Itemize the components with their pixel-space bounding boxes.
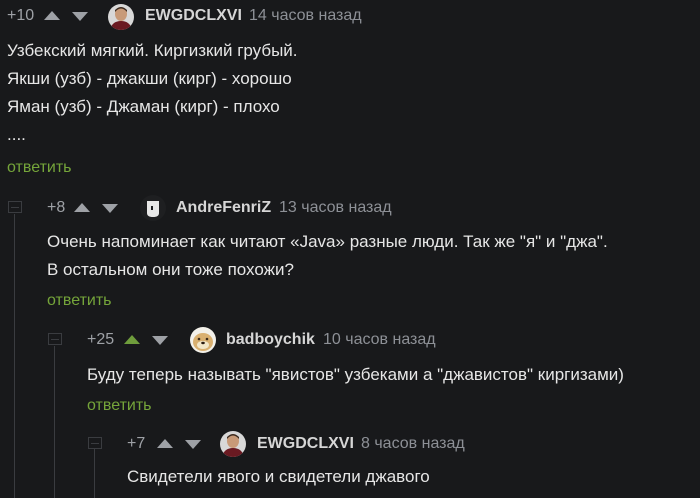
- comment-text-line: Очень напоминает как читают «Java» разны…: [47, 232, 608, 251]
- doge-avatar[interactable]: [190, 327, 216, 353]
- comment-username[interactable]: EWGDCLXVI: [257, 435, 354, 453]
- thread-line: [94, 448, 95, 498]
- collapse-thread-toggle[interactable]: [48, 333, 62, 345]
- downvote-arrow-icon[interactable]: [185, 440, 201, 449]
- reply-link[interactable]: ответить: [87, 397, 152, 415]
- cup-avatar[interactable]: [140, 195, 166, 221]
- upvote-arrow-icon[interactable]: [157, 439, 173, 448]
- thread-line: [54, 346, 55, 498]
- comment-text-line: Свидетели явого и свидетели джавого: [127, 467, 430, 486]
- comment-timestamp[interactable]: 8 часов назад: [361, 435, 465, 453]
- upvote-arrow-icon[interactable]: [44, 11, 60, 20]
- comment: +7 EWGDCLXVI 8 часов назад Свидетели яво…: [120, 426, 700, 498]
- collapse-thread-toggle[interactable]: [8, 201, 22, 213]
- comment-text-line: ....: [7, 125, 26, 144]
- comment-username[interactable]: EWGDCLXVI: [145, 7, 242, 25]
- comment-username[interactable]: badboychik: [226, 331, 315, 349]
- comment-timestamp[interactable]: 14 часов назад: [249, 7, 362, 25]
- comment-timestamp[interactable]: 10 часов назад: [323, 331, 436, 349]
- comment-score: +25: [87, 331, 115, 348]
- comment-text-line: Буду теперь называть "явистов" узбеками …: [87, 365, 624, 384]
- comment-text-line: В остальном они тоже похожи?: [47, 260, 294, 279]
- comment-text-line: Узбекский мягкий. Киргизкий грубый.: [7, 41, 298, 60]
- comment-username[interactable]: AndreFenriZ: [176, 199, 271, 217]
- man-portrait-avatar[interactable]: [108, 4, 134, 30]
- thread-line: [14, 214, 15, 498]
- comment: +25 badboychik 10 часов назад Буду тепер…: [80, 322, 700, 428]
- comment: +8 AndreFenriZ 13 часов назад Очень напо…: [40, 190, 700, 320]
- comment-text-line: Якши (узб) - джакши (кирг) - хорошо: [7, 69, 292, 88]
- upvote-arrow-icon[interactable]: [74, 203, 90, 212]
- reply-link[interactable]: ответить: [7, 159, 72, 177]
- comment-score: +7: [127, 435, 146, 452]
- downvote-arrow-icon[interactable]: [72, 12, 88, 21]
- comment-timestamp[interactable]: 13 часов назад: [279, 199, 392, 217]
- downvote-arrow-icon[interactable]: [152, 336, 168, 345]
- upvote-arrow-icon[interactable]: [124, 335, 140, 344]
- comment: +10 EWGDCLXVI 14 часов назад Узбекский м…: [0, 0, 700, 190]
- comment-score: +10: [7, 7, 35, 24]
- comment-score: +8: [47, 199, 66, 216]
- downvote-arrow-icon[interactable]: [102, 204, 118, 213]
- comment-text-line: Яман (узб) - Джаман (кирг) - плохо: [7, 97, 280, 116]
- reply-link[interactable]: ответить: [47, 292, 112, 310]
- man-portrait-avatar[interactable]: [220, 431, 246, 457]
- collapse-thread-toggle[interactable]: [88, 437, 102, 449]
